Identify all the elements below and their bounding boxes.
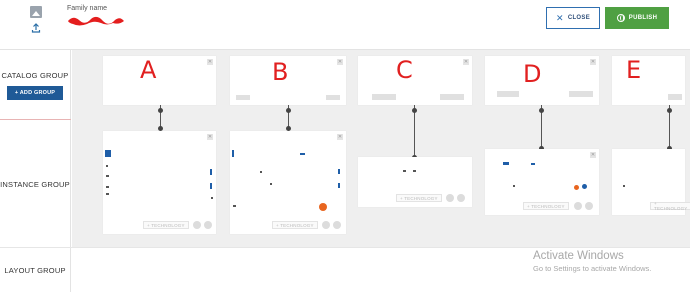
card-content-blur bbox=[232, 150, 234, 157]
publish-button[interactable]: PUBLISH bbox=[605, 7, 669, 29]
instance-card[interactable]: ✕ + TECHNOLOGY bbox=[230, 131, 346, 234]
catalog-card[interactable]: ✕ bbox=[358, 56, 472, 105]
connector-dot bbox=[286, 108, 291, 113]
instance-card[interactable]: + TECHNOLOGY bbox=[358, 157, 472, 207]
card-menu-icon[interactable]: ✕ bbox=[207, 134, 213, 140]
card-content-blur bbox=[300, 153, 305, 155]
add-technology-button[interactable]: + TECHNOLOGY bbox=[143, 221, 189, 229]
catalog-group-row-header: CATALOG GROUP + ADD GROUP bbox=[0, 50, 71, 120]
family-image-placeholder[interactable] bbox=[22, 4, 50, 38]
card-content-blur bbox=[531, 163, 535, 165]
close-button-label: CLOSE bbox=[567, 15, 590, 21]
close-icon: ✕ bbox=[555, 12, 564, 23]
card-content-blur bbox=[668, 94, 682, 100]
card-content-blur bbox=[210, 183, 212, 189]
card-content-blur bbox=[338, 169, 340, 174]
add-technology-button[interactable]: + TECHNOLOGY bbox=[523, 202, 569, 210]
card-content-blur bbox=[106, 165, 108, 167]
upload-icon[interactable] bbox=[30, 23, 42, 35]
instance-card[interactable]: + TECHNOLOGY bbox=[612, 149, 690, 215]
card-content-blur bbox=[260, 171, 262, 173]
activate-windows-subtitle: Go to Settings to activate Windows. bbox=[533, 264, 652, 273]
card-action-icon[interactable] bbox=[574, 202, 582, 210]
instance-group-row-header: INSTANCE GROUP bbox=[0, 120, 71, 248]
row-divider bbox=[0, 119, 71, 120]
card-content-blur bbox=[569, 91, 593, 97]
card-content-blur bbox=[106, 186, 109, 188]
instance-group-label: INSTANCE GROUP bbox=[0, 179, 70, 189]
card-content-blur bbox=[236, 95, 250, 100]
card-content-blur bbox=[338, 183, 340, 188]
add-technology-button[interactable]: + TECHNOLOGY bbox=[272, 221, 318, 229]
card-action-icon[interactable] bbox=[322, 221, 330, 229]
layout-group-row-header: LAYOUT GROUP bbox=[0, 248, 71, 292]
card-action-icon[interactable] bbox=[457, 194, 465, 202]
add-group-button[interactable]: + ADD GROUP bbox=[7, 85, 63, 100]
close-button[interactable]: ✕ CLOSE bbox=[546, 7, 600, 29]
card-content-blur bbox=[497, 91, 519, 97]
card-content-blur bbox=[503, 162, 509, 165]
image-icon bbox=[30, 6, 42, 18]
card-alert-icon bbox=[574, 185, 579, 190]
card-content-blur bbox=[582, 184, 587, 189]
page-header: Family name ✕ CLOSE PUBLISH bbox=[0, 0, 690, 50]
card-action-icon[interactable] bbox=[585, 202, 593, 210]
card-menu-icon[interactable]: ✕ bbox=[590, 152, 596, 158]
family-name-value-redacted[interactable] bbox=[67, 14, 125, 28]
catalog-card[interactable]: ✕ bbox=[485, 56, 599, 105]
annotation-letter: B bbox=[272, 58, 289, 86]
card-content-blur bbox=[106, 193, 109, 195]
card-menu-icon[interactable]: ✕ bbox=[207, 59, 213, 65]
card-menu-icon[interactable]: ✕ bbox=[337, 59, 343, 65]
card-content-blur bbox=[233, 205, 236, 207]
card-action-icon[interactable] bbox=[193, 221, 201, 229]
family-name-label: Family name bbox=[67, 5, 108, 12]
annotation-letter: A bbox=[140, 56, 157, 84]
card-content-blur bbox=[372, 94, 396, 100]
card-content-blur bbox=[210, 169, 212, 175]
card-content-blur bbox=[440, 94, 464, 100]
instance-card[interactable]: ✕ + TECHNOLOGY bbox=[103, 131, 216, 234]
instance-card[interactable]: ✕ + TECHNOLOGY bbox=[485, 149, 599, 215]
card-content-blur bbox=[105, 150, 111, 157]
card-menu-icon[interactable]: ✕ bbox=[463, 59, 469, 65]
card-content-blur bbox=[413, 170, 416, 172]
card-action-icon[interactable] bbox=[446, 194, 454, 202]
card-content-blur bbox=[326, 95, 340, 100]
row-divider bbox=[0, 247, 690, 248]
connector-dot bbox=[412, 108, 417, 113]
card-content-blur bbox=[403, 170, 406, 172]
catalog-group-label: CATALOG GROUP bbox=[1, 70, 69, 80]
card-menu-icon[interactable]: ✕ bbox=[590, 59, 596, 65]
publish-button-label: PUBLISH bbox=[628, 15, 658, 21]
card-content-blur bbox=[513, 185, 515, 187]
add-technology-button[interactable]: + TECHNOLOGY bbox=[396, 194, 442, 202]
connector-dot bbox=[158, 108, 163, 113]
activate-windows-title: Activate Windows bbox=[533, 250, 624, 262]
annotation-letter: E bbox=[626, 56, 642, 84]
card-content-blur bbox=[623, 185, 625, 187]
card-content-blur bbox=[211, 197, 213, 199]
catalog-card[interactable] bbox=[612, 56, 685, 105]
card-action-icon[interactable] bbox=[204, 221, 212, 229]
card-action-icon[interactable] bbox=[333, 221, 341, 229]
connector-dot bbox=[539, 108, 544, 113]
card-menu-icon[interactable]: ✕ bbox=[337, 134, 343, 140]
catalog-card[interactable]: ✕ bbox=[103, 56, 216, 105]
layout-group-label: LAYOUT GROUP bbox=[4, 265, 66, 275]
connector-dot bbox=[667, 108, 672, 113]
annotation-letter: C bbox=[396, 56, 413, 84]
add-technology-button[interactable]: + TECHNOLOGY bbox=[650, 201, 690, 211]
card-content-blur bbox=[106, 175, 109, 177]
card-content-blur bbox=[270, 183, 272, 185]
globe-icon bbox=[616, 14, 625, 22]
annotation-letter: D bbox=[523, 60, 542, 88]
card-alert-icon[interactable] bbox=[319, 203, 327, 211]
